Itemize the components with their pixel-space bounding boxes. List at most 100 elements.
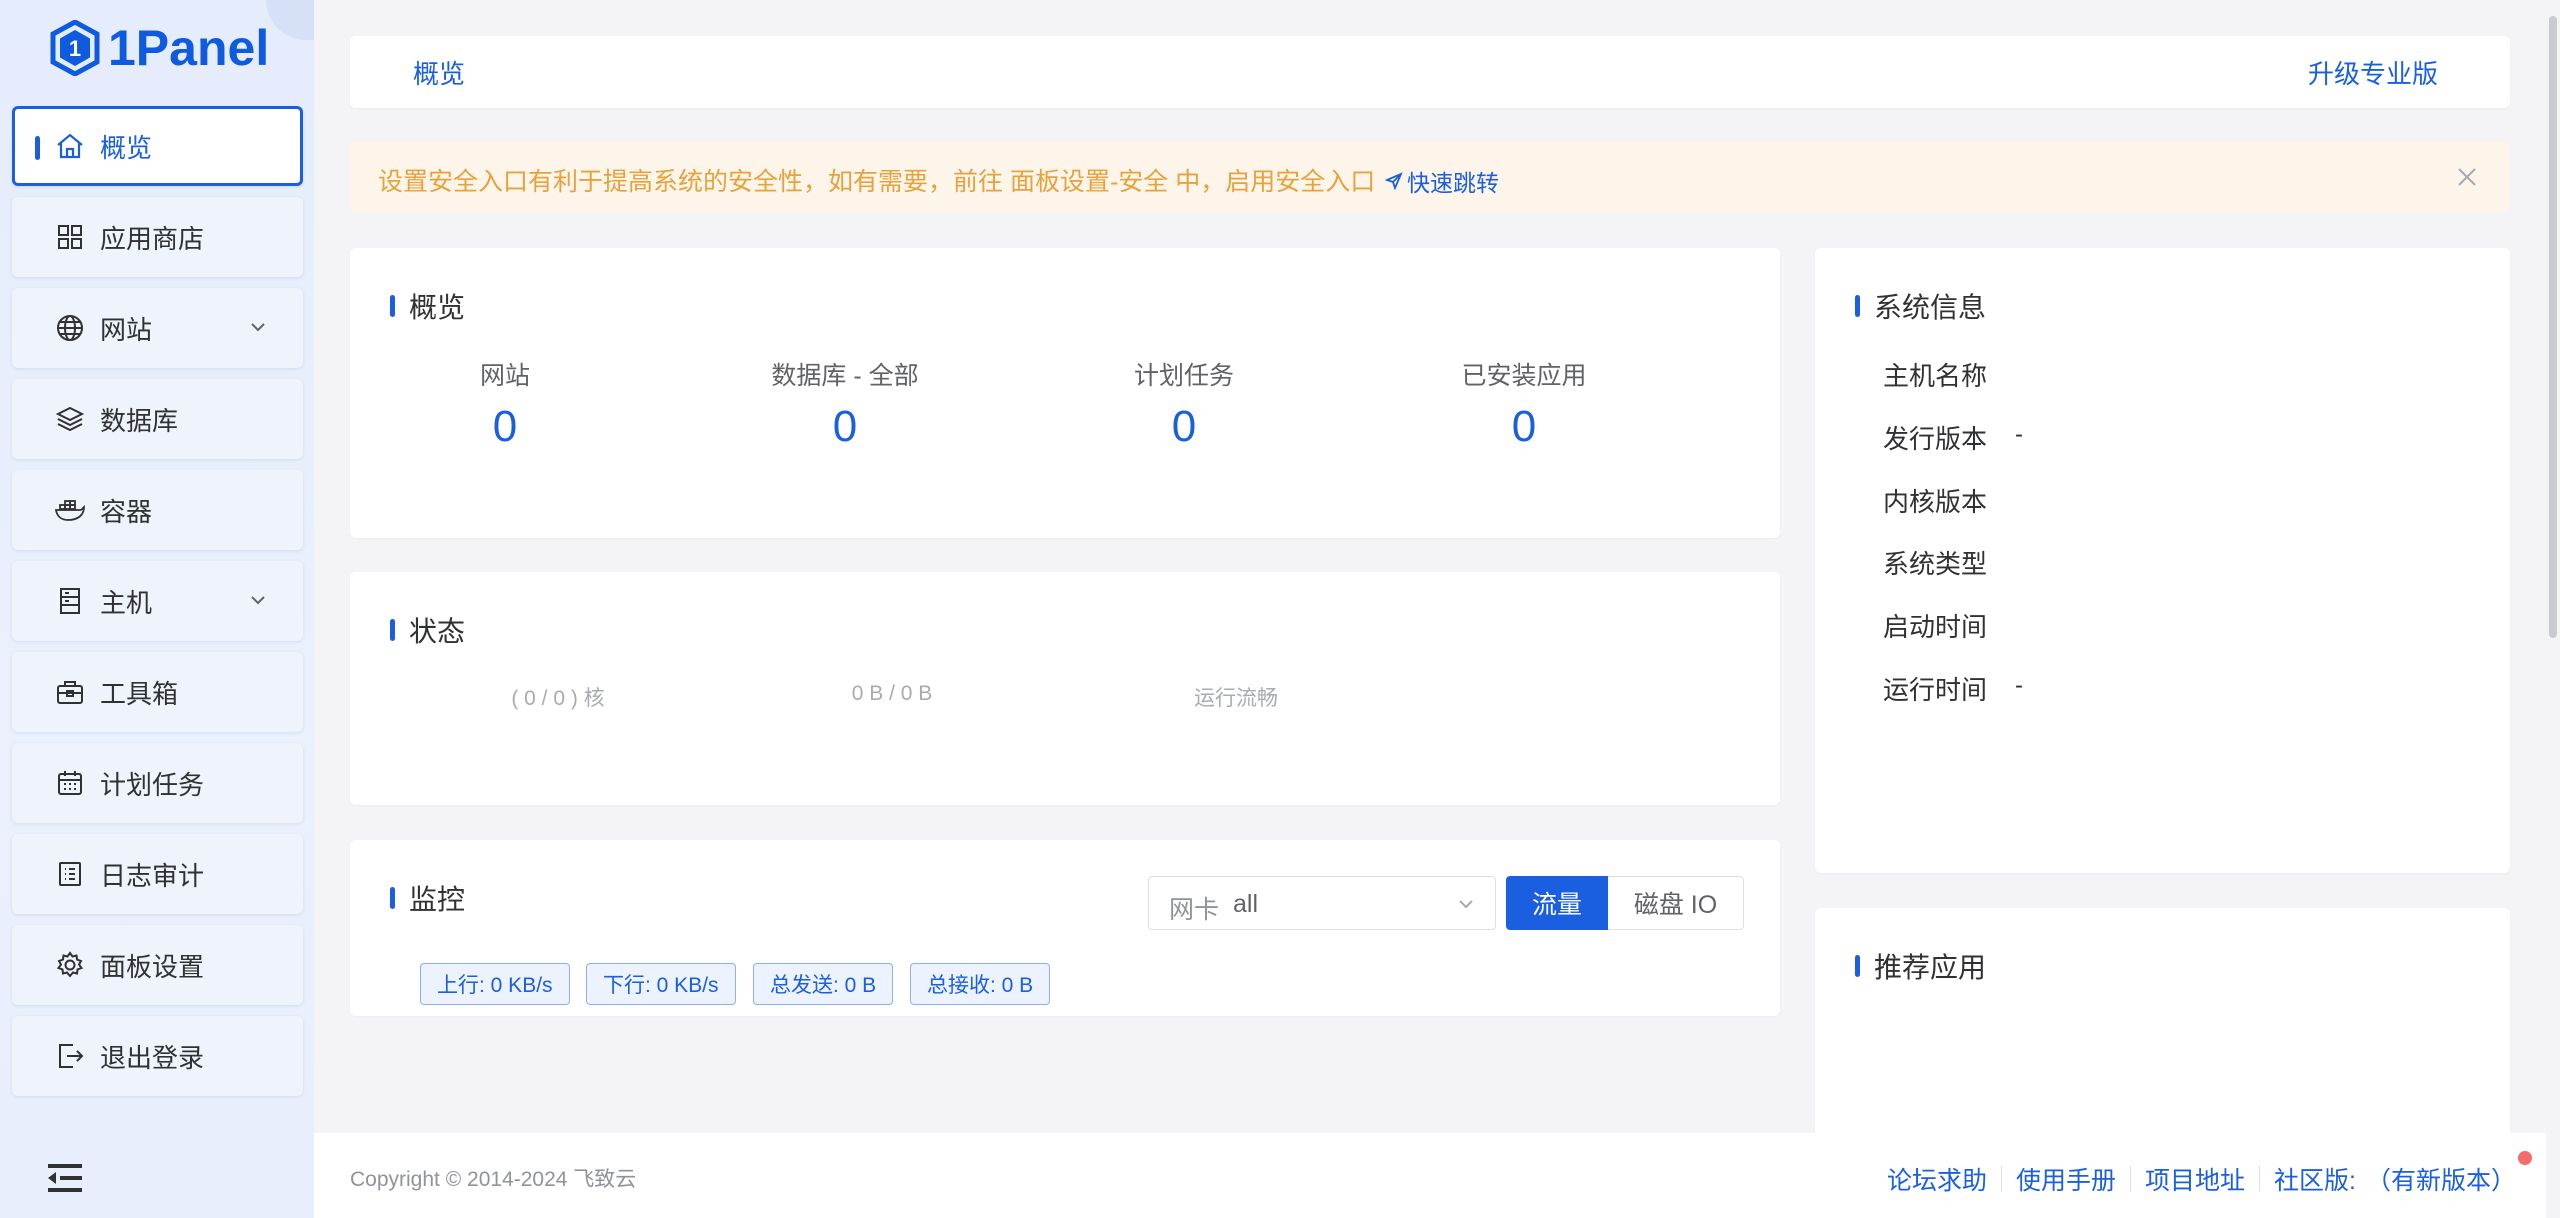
sidebar-item-panel-settings[interactable]: 面板设置 xyxy=(12,925,303,1005)
divider xyxy=(2001,1166,2002,1192)
sidebar-item-overview[interactable]: 概览 xyxy=(12,106,303,186)
send-icon xyxy=(1385,172,1403,190)
update-notification-dot xyxy=(2518,1151,2532,1165)
calendar-icon xyxy=(54,767,86,799)
server-icon xyxy=(54,585,86,617)
stat-value: 0 xyxy=(1171,402,1197,451)
sidebar-item-label: 计划任务 xyxy=(100,769,205,800)
stat-cron-jobs[interactable]: 计划任务 0 xyxy=(1054,356,1314,452)
copyright: Copyright © 2014-2024 飞致云 xyxy=(350,1168,637,1191)
chevron-down-icon xyxy=(1459,900,1473,909)
sidebar-item-website[interactable]: 网站 xyxy=(12,288,303,368)
status-memory: 0 B / 0 B xyxy=(851,682,933,705)
logout-icon xyxy=(54,1040,86,1072)
sidebar-item-toolbox[interactable]: 工具箱 xyxy=(12,652,303,732)
system-info-title: 系统信息 xyxy=(1874,292,1987,323)
collapse-menu-icon[interactable] xyxy=(46,1160,86,1196)
edition-label: 社区版: xyxy=(2274,1167,2356,1195)
database-layers-icon xyxy=(54,403,86,435)
stat-value: 0 xyxy=(1511,402,1537,451)
sidebar-item-cron[interactable]: 计划任务 xyxy=(12,743,303,823)
svg-text:1: 1 xyxy=(69,36,81,61)
card-title: 推荐应用 xyxy=(1855,946,1986,986)
stat-label: 计划任务 xyxy=(1133,362,1234,390)
sysinfo-label: 发行版本 xyxy=(1883,424,1988,454)
stat-installed-apps[interactable]: 已安装应用 0 xyxy=(1394,356,1654,452)
chevron-down-icon xyxy=(251,323,265,332)
overview-title: 概览 xyxy=(409,292,466,323)
nic-select[interactable]: 网卡 all xyxy=(1148,876,1496,930)
scrollbar-thumb[interactable] xyxy=(2549,16,2557,638)
sidebar-item-label: 面板设置 xyxy=(100,951,205,982)
card-title: 概览 xyxy=(390,286,465,326)
security-entry-alert: 设置安全入口有利于提高系统的安全性，如有需要，前往 面板设置-安全 中，启用安全… xyxy=(350,142,2510,212)
manual-link[interactable]: 使用手册 xyxy=(2016,1161,2116,1197)
project-link[interactable]: 项目地址 xyxy=(2145,1161,2245,1197)
sidebar-item-log-audit[interactable]: 日志审计 xyxy=(12,834,303,914)
stat-value: 0 xyxy=(492,402,518,451)
sysinfo-value: - xyxy=(2015,421,2023,448)
divider xyxy=(2130,1166,2132,1192)
close-icon[interactable] xyxy=(2454,164,2480,190)
sidebar-item-label: 概览 xyxy=(100,132,153,163)
title-accent xyxy=(390,619,395,641)
sysinfo-label: 系统类型 xyxy=(1883,549,1988,579)
monitor-card: 监控 网卡 all 流量 磁盘 IO 上行: 0 KB/s 下行: 0 KB/s… xyxy=(350,840,1780,1016)
stat-value: 0 xyxy=(832,402,858,451)
sidebar-item-app-store[interactable]: 应用商店 xyxy=(12,197,303,277)
disk-io-toggle-button[interactable]: 磁盘 IO xyxy=(1608,876,1744,930)
status-load: 运行流畅 xyxy=(1194,687,1278,710)
system-info-card: 系统信息 主机名称 发行版本 - 内核版本 系统类型 启动时间 运行时间 - xyxy=(1815,248,2510,873)
nic-select-prefix: 网卡 xyxy=(1169,896,1220,924)
page-scrollbar[interactable] xyxy=(2546,0,2560,1133)
upgrade-pro-link[interactable]: 升级专业版 xyxy=(2308,54,2438,91)
alert-message: 设置安全入口有利于提高系统的安全性，如有需要，前往 面板设置-安全 中，启用安全… xyxy=(378,168,1376,196)
title-accent xyxy=(1855,955,1860,977)
stat-label: 数据库 - 全部 xyxy=(771,362,919,390)
sidebar-menu: 概览 应用商店 网站 数据库 容器 主机 工具箱 计划任务 日志审计 面板设置 … xyxy=(12,106,303,1107)
stat-label: 已安装应用 xyxy=(1461,362,1587,390)
card-title: 系统信息 xyxy=(1855,286,1986,326)
status-card: 状态 ( 0 / 0 ) 核 0 B / 0 B 运行流畅 xyxy=(350,572,1780,805)
title-accent xyxy=(1855,295,1860,317)
sidebar-item-logout[interactable]: 退出登录 xyxy=(12,1016,303,1096)
sysinfo-value: - xyxy=(2015,672,2023,699)
total-sent-tag: 总发送: 0 B xyxy=(753,963,894,1005)
nic-select-value: all xyxy=(1233,890,1259,918)
active-indicator xyxy=(35,136,40,160)
traffic-toggle-button[interactable]: 流量 xyxy=(1506,876,1608,930)
monitor-title: 监控 xyxy=(409,884,466,915)
log-icon xyxy=(54,858,86,890)
download-speed-tag: 下行: 0 KB/s xyxy=(586,963,736,1005)
quick-jump-label: 快速跳转 xyxy=(1407,170,1499,196)
recommended-apps-title: 推荐应用 xyxy=(1874,952,1987,983)
sysinfo-label: 运行时间 xyxy=(1883,675,1988,705)
sidebar-item-label: 退出登录 xyxy=(100,1042,205,1073)
recommended-apps-card: 推荐应用 xyxy=(1815,908,2510,1138)
stat-databases[interactable]: 数据库 - 全部 0 xyxy=(715,356,975,452)
card-title: 状态 xyxy=(390,610,465,650)
stat-websites[interactable]: 网站 0 xyxy=(375,356,635,452)
footer: Copyright © 2014-2024 飞致云 论坛求助 使用手册 项目地址… xyxy=(314,1133,2546,1218)
logo-hexagon-icon: 1 xyxy=(50,20,100,76)
forum-link[interactable]: 论坛求助 xyxy=(1887,1161,1987,1197)
tab-overview[interactable]: 概览 xyxy=(413,54,465,91)
logo-text: 1Panel xyxy=(108,20,270,76)
sidebar-item-database[interactable]: 数据库 xyxy=(12,379,303,459)
gear-icon xyxy=(54,949,86,981)
toolbox-icon xyxy=(54,676,86,708)
card-title: 监控 xyxy=(390,878,465,918)
logo[interactable]: 1 1Panel xyxy=(50,12,269,84)
sidebar-item-container[interactable]: 容器 xyxy=(12,470,303,550)
stat-label: 网站 xyxy=(479,362,530,390)
sidebar-item-host[interactable]: 主机 xyxy=(12,561,303,641)
footer-links: 论坛求助 使用手册 项目地址 社区版: （有新版本） xyxy=(1887,1161,2516,1197)
status-title: 状态 xyxy=(409,616,466,647)
quick-jump-link[interactable]: 快速跳转 xyxy=(1385,164,1499,198)
upload-speed-tag: 上行: 0 KB/s xyxy=(420,963,570,1005)
total-received-tag: 总接收: 0 B xyxy=(910,963,1051,1005)
top-bar: 概览 升级专业版 xyxy=(350,36,2510,108)
sidebar-item-label: 网站 xyxy=(100,314,153,345)
status-cpu: ( 0 / 0 ) 核 xyxy=(511,687,605,710)
new-version-link[interactable]: （有新版本） xyxy=(2366,1161,2516,1197)
